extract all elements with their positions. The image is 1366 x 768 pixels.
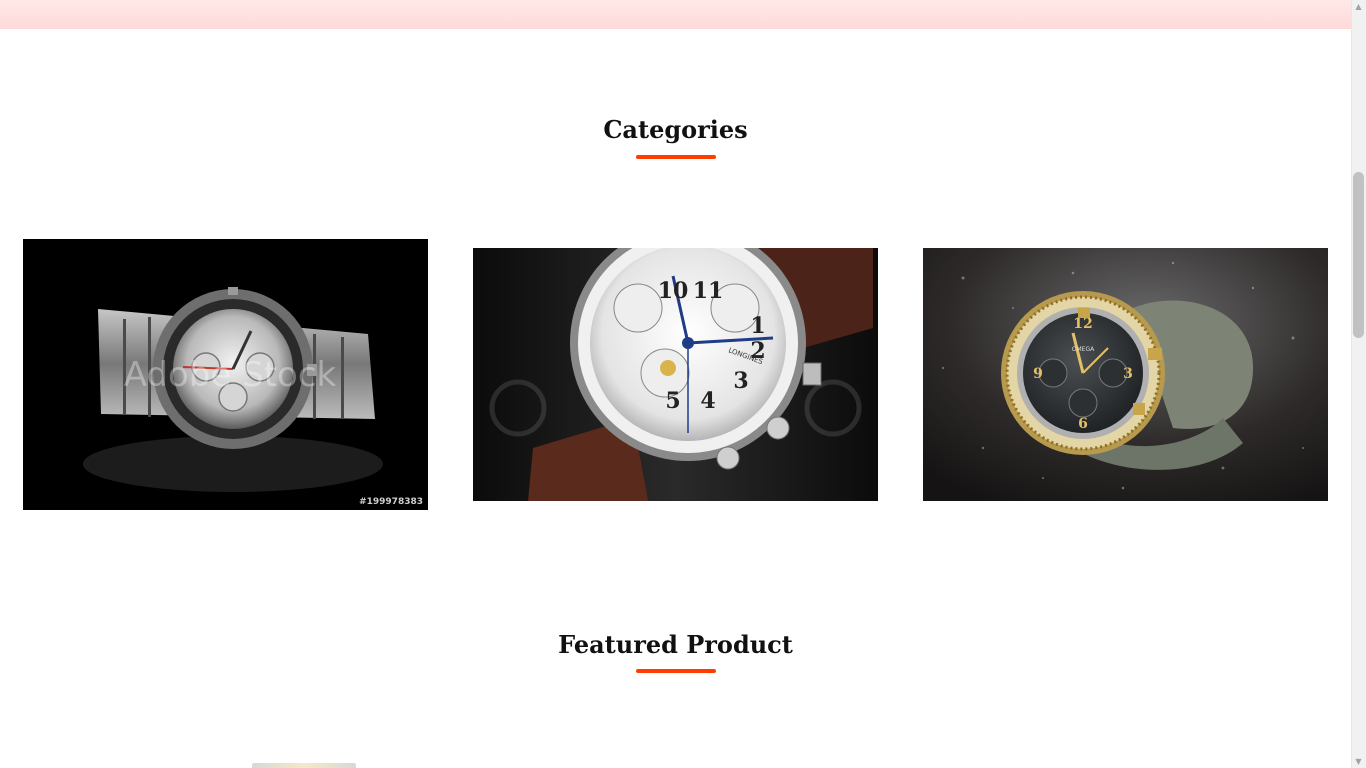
category-card-gold-watch[interactable]: 12 3 6 9 OMEGA — [923, 248, 1328, 501]
categories-title: Categories — [603, 115, 748, 144]
svg-text:4: 4 — [700, 388, 715, 414]
stock-id-label: #199978383 — [359, 497, 423, 507]
svg-text:12: 12 — [1073, 316, 1092, 332]
silver-watch-image: Adobe Stock #199978383 — [23, 239, 428, 510]
categories-title-underline — [636, 155, 716, 159]
svg-text:1: 1 — [750, 313, 765, 339]
page-scrollbar[interactable]: ▲ ▼ — [1351, 0, 1366, 768]
omega-brand-text: OMEGA — [1072, 346, 1095, 353]
leather-watch-image: 10 11 12 34 5 LONGINES — [473, 248, 878, 501]
scroll-down-arrow-icon[interactable]: ▼ — [1354, 757, 1363, 766]
featured-product-image-peek[interactable] — [252, 763, 356, 768]
category-card-leather-watch[interactable]: 10 11 12 34 5 LONGINES — [473, 248, 878, 501]
svg-text:5: 5 — [665, 388, 680, 414]
svg-text:11: 11 — [693, 278, 724, 304]
top-header-bar — [0, 0, 1351, 29]
category-card-silver-watch[interactable]: Adobe Stock #199978383 — [23, 239, 428, 510]
svg-text:3: 3 — [733, 368, 748, 394]
svg-text:10: 10 — [658, 278, 689, 304]
scrollbar-thumb[interactable] — [1353, 172, 1364, 338]
svg-text:9: 9 — [1033, 366, 1043, 382]
svg-text:3: 3 — [1123, 366, 1133, 382]
svg-text:6: 6 — [1078, 416, 1088, 432]
adobe-stock-watermark: Adobe Stock — [124, 355, 337, 395]
featured-product-title-underline — [636, 669, 716, 673]
gold-watch-image: 12 3 6 9 OMEGA — [923, 248, 1328, 501]
featured-product-title: Featured Product — [558, 630, 793, 659]
scroll-up-arrow-icon[interactable]: ▲ — [1354, 2, 1363, 11]
